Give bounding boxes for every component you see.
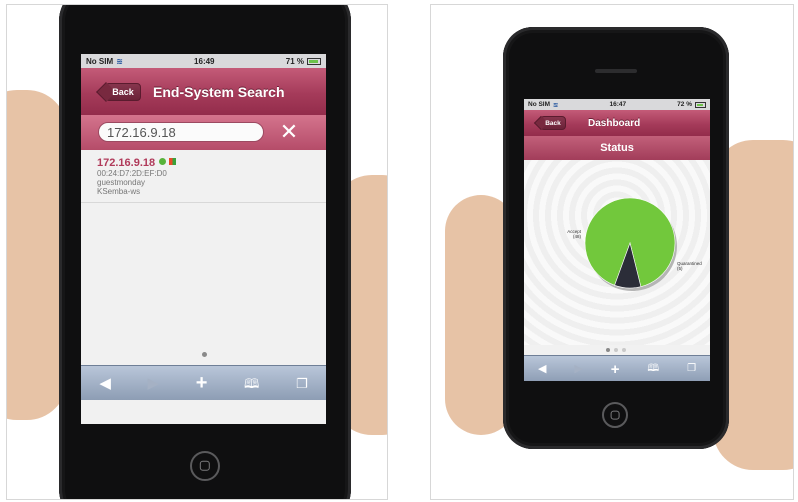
search-bar: ✕ [81, 115, 326, 150]
page-indicator-dot [606, 348, 610, 352]
page-indicator-dot [202, 352, 207, 357]
back-arrow-icon[interactable]: ◀ [538, 363, 546, 375]
result-user: guestmonday [97, 178, 146, 187]
left-photo: No SIM ≋ 16:49 71 % Back End-System Searc… [6, 4, 388, 500]
earpiece-speaker [595, 69, 637, 73]
battery-icon [306, 57, 321, 65]
pie-value-label-accept: (48) [573, 234, 582, 239]
bookmarks-icon[interactable]: 🕮 [244, 377, 259, 390]
status-time: 16:49 [194, 56, 215, 66]
left-hand-fingers [7, 90, 67, 420]
result-host: KSemba-ws [97, 187, 141, 196]
result-ip: 172.16.9.18 [97, 157, 156, 169]
pie-value-label-quarantined: (5) [677, 266, 683, 271]
nav-bar: Back Dashboard [524, 110, 710, 136]
back-button[interactable]: Back [540, 116, 566, 130]
result-mac: 00:24:D7:2D:EF:D0 [97, 169, 167, 178]
status-pie-chart[interactable]: Accept(48)Quarantined(5) [524, 160, 710, 345]
wifi-icon: ≋ [553, 101, 559, 109]
phone-left: No SIM ≋ 16:49 71 % Back End-System Searc… [59, 5, 351, 499]
status-bar: No SIM ≋ 16:47 72 % [524, 99, 710, 110]
page-title: Dashboard [588, 117, 641, 129]
plus-icon[interactable]: + [196, 373, 208, 393]
chart-area: Accept (48) Quarantined (5) [524, 160, 710, 345]
pages-icon[interactable]: ❐ [687, 364, 696, 374]
page-title: End-System Search [153, 83, 285, 100]
phone-right: No SIM≋ 16:47 72 % Back Dashboard #photo… [503, 27, 729, 449]
forward-arrow-icon[interactable]: ▶ [574, 363, 582, 375]
bookmarks-icon[interactable]: 🕮 [647, 364, 659, 374]
back-button[interactable]: Back [105, 82, 141, 101]
right-screen: No SIM≋ 16:47 72 % Back Dashboard #photo… [524, 99, 710, 381]
forward-arrow-icon[interactable]: ▶ [148, 376, 160, 391]
divider [81, 202, 326, 203]
browser-toolbar: ◀ ▶ + 🕮 ❐ [81, 365, 326, 400]
pages-icon[interactable]: ❐ [296, 377, 308, 390]
home-button[interactable] [190, 451, 220, 481]
left-screen: No SIM ≋ 16:49 71 % Back End-System Searc… [81, 54, 326, 424]
windows-flag-icon [169, 158, 177, 165]
search-input[interactable] [98, 122, 264, 142]
plus-icon[interactable]: + [611, 362, 620, 377]
browser-toolbar: ◀ ▶ + 🕮 ❐ [524, 355, 710, 381]
right-photo: No SIM≋ 16:47 72 % Back Dashboard #photo… [430, 4, 794, 500]
green-status-icon [159, 158, 167, 165]
search-result-item[interactable]: 172.16.9.18 00:24:D7:2D:EF:D0 guestmonda… [97, 157, 177, 196]
wifi-icon: ≋ [116, 56, 123, 66]
battery-icon [695, 101, 706, 108]
section-header: Status [524, 136, 710, 160]
home-button[interactable] [602, 402, 628, 428]
status-bar: No SIM ≋ 16:49 71 % [81, 54, 326, 68]
back-arrow-icon[interactable]: ◀ [99, 376, 111, 391]
status-time: 16:47 [609, 101, 627, 108]
page-indicator-dot [614, 348, 618, 352]
page-indicator-dot [622, 348, 626, 352]
close-icon[interactable]: ✕ [278, 121, 300, 143]
nav-bar: Back End-System Search [81, 68, 326, 115]
